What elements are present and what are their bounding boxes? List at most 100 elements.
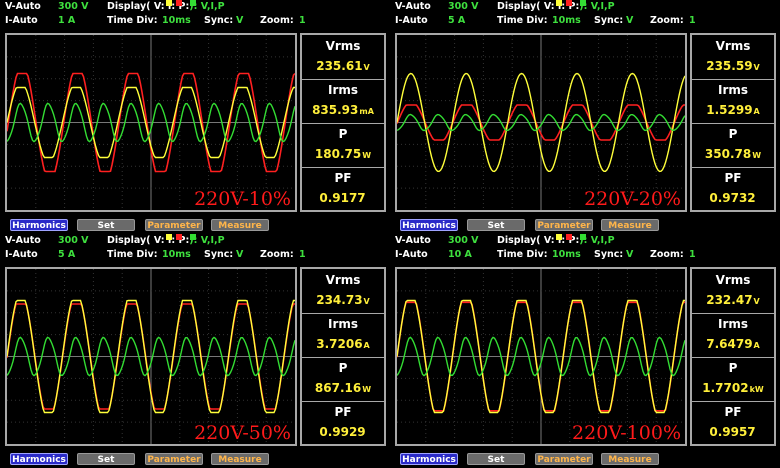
measure-button[interactable]: Measure — [211, 219, 269, 231]
measurement-label: Vrms — [325, 273, 361, 287]
measurement-value: 1.5299A — [706, 103, 760, 117]
timediv-label: Time Div: — [107, 249, 158, 260]
condition-caption: 220V-100% — [572, 422, 681, 444]
zoom-label: Zoom: — [260, 15, 294, 26]
measurement-label: P — [728, 361, 738, 375]
measurement-unit: W — [362, 385, 372, 394]
measurement-cell: PF 0.9732 — [692, 167, 774, 211]
waveform-svg — [7, 269, 295, 444]
zoom-label: Zoom: — [650, 249, 684, 260]
timediv-label: Time Div: — [497, 249, 548, 260]
measurement-value: 235.59V — [706, 59, 760, 73]
parameter-button[interactable]: Parameter — [535, 219, 593, 231]
measurement-panel: Vrms 232.47V Irms 7.6479A P 1.7702kW PF … — [690, 267, 776, 446]
harmonics-button[interactable]: Harmonics — [400, 219, 458, 231]
measurement-value: 835.93mA — [312, 103, 374, 117]
sync-value: V — [626, 15, 634, 26]
power-color-swatch-icon — [580, 234, 587, 240]
set-button[interactable]: Set — [77, 219, 135, 231]
measurement-cell: Irms 7.6479A — [692, 313, 774, 358]
measurement-value: 0.9732 — [709, 191, 756, 205]
current-range: 5 A — [448, 15, 466, 26]
parameter-button[interactable]: Parameter — [535, 453, 593, 465]
measurement-label: Vrms — [325, 39, 361, 53]
measurement-value: 350.78W — [704, 147, 762, 161]
voltage-color-swatch-icon — [165, 0, 172, 6]
sync-label: Sync: — [594, 15, 624, 26]
waveform-display[interactable]: 220V-50% — [5, 267, 297, 446]
waveform-svg — [397, 35, 685, 210]
harmonics-button[interactable]: Harmonics — [10, 219, 68, 231]
measurement-value: 1.7702kW — [702, 381, 764, 395]
timediv-value: 10ms — [162, 15, 191, 26]
measurement-label: Vrms — [715, 39, 751, 53]
measurement-unit: V — [363, 63, 370, 72]
measurement-unit: W — [362, 151, 372, 160]
sync-value: V — [626, 249, 634, 260]
zoom-label: Zoom: — [650, 15, 684, 26]
header-row-voltage: V-Auto 300 V Display( V: I: P:): V,I,P — [390, 0, 780, 14]
measurement-unit: V — [363, 297, 370, 306]
display-label: Display( V: I: P:): V,I,P — [497, 234, 615, 246]
measurement-label: Irms — [717, 317, 749, 331]
measurement-cell: Vrms 235.61V — [302, 35, 384, 80]
voltage-mode: V-Auto — [395, 235, 431, 246]
voltage-mode: V-Auto — [395, 1, 431, 12]
measurement-label: PF — [724, 405, 742, 419]
waveform-display[interactable]: 220V-10% — [5, 33, 297, 212]
timediv-value: 10ms — [552, 15, 581, 26]
measurement-unit: mA — [359, 107, 374, 116]
current-mode: I-Auto — [395, 15, 428, 26]
measure-button[interactable]: Measure — [601, 219, 659, 231]
header-row-current: I-Auto 1 A Time Div: 10ms Sync: V Zoom: … — [0, 14, 390, 28]
waveform-display[interactable]: 220V-100% — [395, 267, 687, 446]
voltage-range: 300 V — [58, 235, 89, 246]
zoom-label: Zoom: — [260, 249, 294, 260]
measurement-panel: Vrms 235.61V Irms 835.93mA P 180.75W PF … — [300, 33, 386, 212]
measurement-cell: P 180.75W — [302, 123, 384, 168]
parameter-button[interactable]: Parameter — [145, 453, 203, 465]
set-button[interactable]: Set — [77, 453, 135, 465]
display-label: Display( V: I: P:): V,I,P — [107, 234, 225, 246]
measurement-cell: P 867.16W — [302, 357, 384, 402]
harmonics-button[interactable]: Harmonics — [400, 453, 458, 465]
measurement-label: P — [728, 127, 738, 141]
parameter-button[interactable]: Parameter — [145, 219, 203, 231]
measurement-cell: Irms 1.5299A — [692, 79, 774, 124]
display-label: Display( V: I: P:): V,I,P — [107, 0, 225, 12]
current-range: 10 A — [448, 249, 472, 260]
measure-button[interactable]: Measure — [601, 453, 659, 465]
measurement-label: PF — [724, 171, 742, 185]
voltage-range: 300 V — [448, 1, 479, 12]
measure-button[interactable]: Measure — [211, 453, 269, 465]
header-row-current: I-Auto 5 A Time Div: 10ms Sync: V Zoom: … — [0, 248, 390, 262]
current-color-swatch-icon — [176, 0, 183, 6]
voltage-range: 300 V — [58, 1, 89, 12]
header-row-current: I-Auto 5 A Time Div: 10ms Sync: V Zoom: … — [390, 14, 780, 28]
measurement-value: 0.9177 — [319, 191, 366, 205]
timediv-value: 10ms — [552, 249, 581, 260]
set-button[interactable]: Set — [467, 453, 525, 465]
voltage-color-swatch-icon — [555, 234, 562, 240]
measurement-value: 867.16W — [314, 381, 372, 395]
measurement-unit: A — [363, 341, 370, 350]
measurement-value: 235.61V — [316, 59, 370, 73]
panel-top-left: V-Auto 300 V Display( V: I: P:): V,I,P I… — [0, 0, 390, 234]
header-row-voltage: V-Auto 300 V Display( V: I: P:): V,I,P — [390, 234, 780, 248]
power-color-swatch-icon — [190, 234, 197, 240]
condition-caption: 220V-50% — [194, 422, 291, 444]
voltage-color-swatch-icon — [555, 0, 562, 6]
harmonics-button[interactable]: Harmonics — [10, 453, 68, 465]
measurement-unit: A — [753, 107, 760, 116]
zoom-value: 1 — [689, 15, 696, 26]
measurement-cell: P 350.78W — [692, 123, 774, 168]
panel-bottom-right: V-Auto 300 V Display( V: I: P:): V,I,P I… — [390, 234, 780, 468]
waveform-svg — [7, 35, 295, 210]
timediv-label: Time Div: — [107, 15, 158, 26]
condition-caption: 220V-20% — [584, 188, 681, 210]
waveform-display[interactable]: 220V-20% — [395, 33, 687, 212]
measurement-cell: Vrms 234.73V — [302, 269, 384, 314]
set-button[interactable]: Set — [467, 219, 525, 231]
measurement-label: Irms — [327, 83, 359, 97]
measurement-cell: PF 0.9177 — [302, 167, 384, 211]
